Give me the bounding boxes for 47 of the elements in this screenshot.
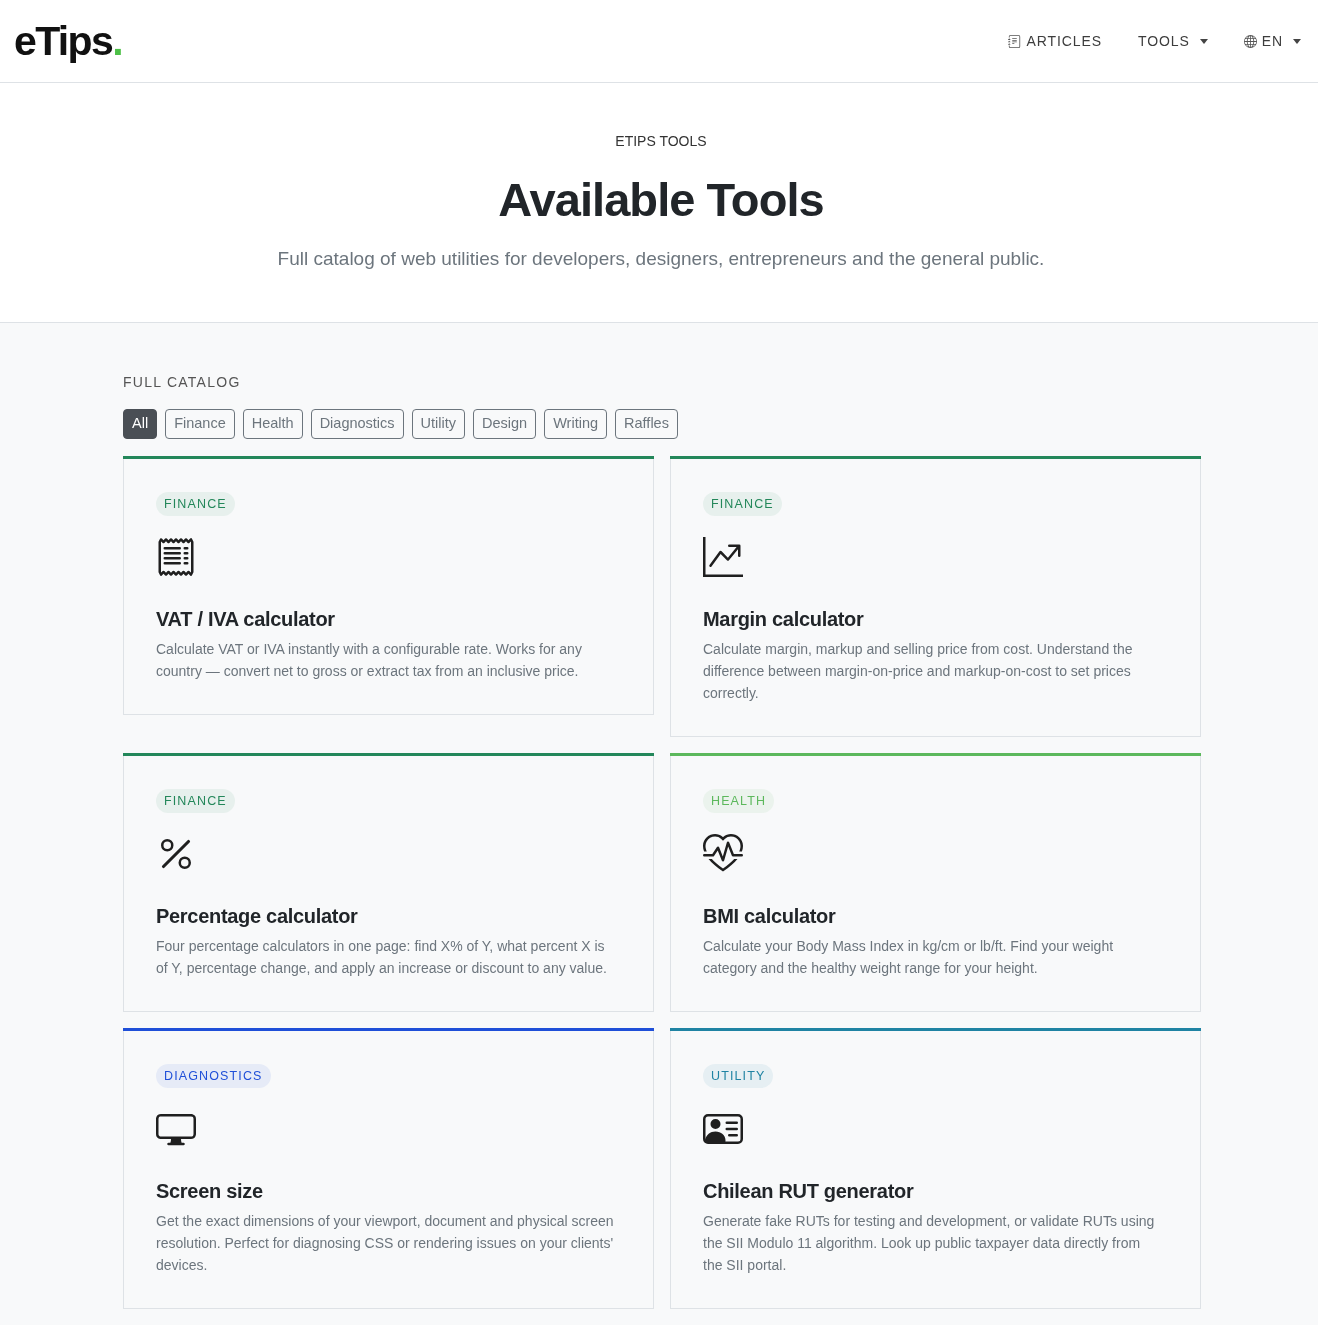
card-description: Calculate margin, markup and selling price from cost. Understand the difference between margin-on-price and markup-on-cost to set prices correctly. <box>703 640 1134 703</box>
nav-link[interactable]: TOOLS <box>1137 30 1208 52</box>
filter-chip[interactable]: Writing <box>544 409 608 439</box>
category-badge: FINANCE <box>156 492 235 516</box>
chart-icon <box>703 537 743 577</box>
category-badge: FINANCE <box>703 492 782 516</box>
tool-card[interactable]: FINANCE VAT / IVA calculator Calculate VAT or IVA instantly with a configurable rate. Works for any country — convert net to gross or extract tax from an inclusive price. <box>123 456 654 715</box>
category-badge: DIAGNOSTICS <box>156 1064 271 1088</box>
nav-link[interactable]: EN <box>1243 30 1301 52</box>
card-description: Generate fake RUTs for testing and development, or validate RUTs using the SII Modulo 11 algorithm. Look up public taxpayer data directly from the SII portal. <box>703 1212 1156 1275</box>
caret-icon <box>1293 38 1301 44</box>
hero-subtitle: Full catalog of web utilities for developers, designers, entrepreneurs and the general public. <box>277 247 1045 271</box>
filter-chip[interactable]: Diagnostics <box>310 409 404 439</box>
filter-chip[interactable]: Design <box>473 409 537 439</box>
card-title: BMI calculator <box>703 904 837 929</box>
card-title: Chilean RUT generator <box>703 1179 915 1204</box>
card-description: Four percentage calculators in one page: find X% of Y, what percent X is of Y, percentage change, and apply an increase or discount to any value. <box>156 937 608 978</box>
card-title: Margin calculator <box>703 607 865 632</box>
tool-card[interactable]: UTILITY Chilean RUT generator Generate fake RUTs for testing and development, or validate RUTs using the SII Modulo 11 algorithm. Look up public taxpayer data directly from the SII portal. <box>670 1028 1201 1309</box>
filter-chip[interactable]: Health <box>242 409 303 439</box>
category-badge: UTILITY <box>703 1064 774 1088</box>
filter-chip[interactable]: Utility <box>411 409 466 439</box>
heart-pulse-icon <box>703 834 743 874</box>
tool-card[interactable]: HEALTH BMI calculator Calculate your Body Mass Index in kg/cm or lb/ft. Find your weight category and the healthy weight range for your height. <box>670 753 1201 1012</box>
globe-icon <box>1243 34 1257 48</box>
journal-icon <box>1008 34 1022 48</box>
tool-card[interactable]: DIAGNOSTICS Screen size Get the exact dimensions of your viewport, document and physical screen resolution. Perfect for diagnosing CSS or rendering issues on your clients' devices. <box>123 1028 654 1309</box>
card-title: Percentage calculator <box>156 904 359 929</box>
card-description: Calculate your Body Mass Index in kg/cm or lb/ft. Find your weight category and the healthy weight range for your height. <box>703 937 1115 978</box>
caret-icon <box>1199 38 1208 44</box>
card-title: VAT / IVA calculator <box>156 607 336 632</box>
tool-card[interactable]: FINANCE Margin calculator Calculate margin, markup and selling price from cost. Understand the difference between margin-on-price and markup-on-cost to set prices correctly. <box>670 456 1201 737</box>
hero-title: Available Tools <box>498 172 824 228</box>
tool-card[interactable]: FINANCE Percentage calculator Four percentage calculators in one page: find X% of Y, what percent X is of Y, percentage change, and apply an increase or discount to any value. <box>123 753 654 1012</box>
filter-chip[interactable]: Raffles <box>615 409 678 439</box>
card-description: Get the exact dimensions of your viewport, document and physical screen resolution. Perfect for diagnosing CSS or rendering issues on your clients' devices. <box>156 1212 614 1275</box>
site-logo[interactable]: eTips. <box>14 20 122 62</box>
section-heading: FULL CATALOG <box>123 374 242 391</box>
filter-chip[interactable]: Finance <box>165 409 235 439</box>
card-description: Calculate VAT or IVA instantly with a configurable rate. Works for any country — convert net to gross or extract tax from an inclusive price. <box>156 640 583 681</box>
nav-link[interactable]: ARTICLES <box>1008 30 1102 52</box>
category-badge: FINANCE <box>156 789 235 813</box>
category-badge: HEALTH <box>703 789 775 813</box>
card-title: Screen size <box>156 1179 264 1204</box>
receipt-icon <box>156 537 196 577</box>
filter-chip[interactable]: All <box>123 409 158 439</box>
hero-eyebrow: ETIPS TOOLS <box>615 133 707 150</box>
